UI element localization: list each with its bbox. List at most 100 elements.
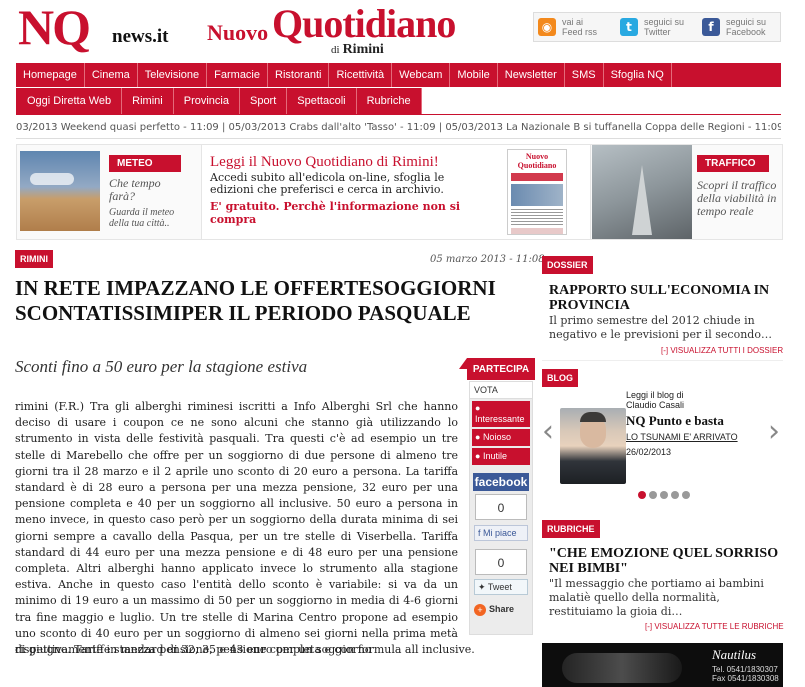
nav-rubriche[interactable]: Rubriche: [357, 88, 422, 114]
traffic-tag[interactable]: TRAFFICO: [697, 155, 769, 172]
carousel-dots: [638, 491, 690, 499]
share-plus-icon: +: [474, 603, 486, 616]
vote-interessante-icon: ●: [475, 403, 481, 413]
ad-image: [562, 653, 682, 683]
nav-homepage[interactable]: Homepage: [16, 63, 85, 87]
blog-author[interactable]: Leggi il blog di Claudio Casali: [626, 390, 716, 410]
quotidiano-logo-text[interactable]: Quotidiano: [272, 4, 456, 44]
nautilus-ad[interactable]: Nautilus Tel. 0541/1830307 Fax 0541/18303…: [542, 643, 783, 687]
nav-cinema[interactable]: Cinema: [85, 63, 138, 87]
nav-farmacie[interactable]: Farmacie: [207, 63, 268, 87]
rubriche-more-link[interactable]: [-] VISUALIZZA TUTTE LE RUBRICHE: [645, 622, 784, 631]
carousel-dot[interactable]: [649, 491, 657, 499]
twitter-link[interactable]: t seguici su Twitter: [616, 13, 698, 41]
edicola-title[interactable]: Leggi il Nuovo Quotidiano di Rimini!: [210, 154, 439, 171]
nav-newsletter[interactable]: Newsletter: [498, 63, 565, 87]
traffic-text[interactable]: Scopri il traffico della viabilità in te…: [697, 179, 781, 218]
blog-carousel: ‹ › Leggi il blog di Claudio Casali NQ P…: [542, 388, 783, 506]
rss-label: vai ai Feed rss: [562, 17, 598, 37]
ad-brand: Nautilus: [712, 647, 757, 662]
rubriche-tag[interactable]: RUBRICHE: [542, 520, 600, 538]
tweet-button[interactable]: ✦ Tweet: [474, 579, 528, 595]
logo-di-text: di: [331, 44, 340, 56]
article-subtitle: Sconti fino a 50 euro per la stagione es…: [15, 357, 308, 376]
nav-sms[interactable]: SMS: [565, 63, 604, 87]
meteo-text[interactable]: Che tempo farà? Guarda il meteo della tu…: [109, 177, 189, 230]
carousel-prev-icon[interactable]: ‹: [542, 414, 554, 449]
dossier-tag[interactable]: DOSSIER: [542, 256, 593, 274]
blog-tag[interactable]: BLOG: [542, 369, 578, 387]
vote-noioso-button[interactable]: ● Noioso: [472, 429, 530, 446]
dossier-text: Il primo semestre del 2012 chiude in neg…: [549, 314, 772, 341]
twitter-label: seguici su Twitter: [644, 17, 685, 37]
blogger-photo[interactable]: [560, 408, 626, 484]
rimini-logo-text: di Rimini: [331, 42, 384, 58]
more-arrow-icon: [-]: [661, 346, 671, 355]
vote-interessante-button[interactable]: ● Interessante: [472, 401, 530, 427]
nav-sport[interactable]: Sport: [240, 88, 288, 114]
facebook-like-button[interactable]: f Mi piace: [474, 525, 528, 541]
newspaper-thumbnail[interactable]: Nuovo Quotidiano: [507, 149, 567, 235]
dossier-more-link[interactable]: [-] VISUALIZZA TUTTI I DOSSIER: [661, 346, 783, 355]
vota-label: VOTA: [470, 382, 532, 399]
rubriche-text: "Il messaggio che portiamo ai bambini ma…: [549, 577, 764, 618]
nav-rimini[interactable]: Rimini: [122, 88, 174, 114]
carousel-dot[interactable]: [682, 491, 690, 499]
primary-nav: Homepage Cinema Televisione Farmacie Ris…: [16, 63, 781, 87]
nav-televisione[interactable]: Televisione: [138, 63, 208, 87]
promo-band: METEO Che tempo farà? Guarda il meteo de…: [16, 144, 783, 240]
facebook-box: facebook: [473, 473, 529, 491]
edicola-promo[interactable]: Leggi il Nuovo Quotidiano di Rimini! Acc…: [201, 145, 591, 239]
logo-rimini-word: Rimini: [342, 42, 384, 57]
nav-divider: [16, 114, 781, 115]
blog-title[interactable]: NQ Punto e basta: [626, 413, 724, 429]
vote-noioso-icon: ●: [475, 432, 483, 442]
carousel-dot[interactable]: [660, 491, 668, 499]
news-it-logo[interactable]: news.it: [112, 26, 168, 48]
article-title: IN RETE IMPAZZANO LE OFFERTESOGGIORNI SC…: [15, 276, 496, 325]
article-body-tail: rispettivamente in mezza pensione, pensi…: [15, 643, 475, 656]
article-date: 05 marzo 2013 - 11:08: [430, 254, 545, 265]
social-links: ◉ vai ai Feed rss t seguici su Twitter f s…: [533, 12, 781, 42]
nav-ricettivita[interactable]: Ricettività: [329, 63, 393, 87]
nav-sfoglia-nq[interactable]: Sfoglia NQ: [604, 63, 672, 87]
tweet-count: 0: [475, 549, 527, 575]
ad-contacts: Tel. 0541/1830307 Fax 0541/1830308: [712, 665, 779, 683]
nav-ristoranti[interactable]: Ristoranti: [268, 63, 330, 87]
facebook-like-count: 0: [475, 494, 527, 520]
vote-inutile-icon: ●: [475, 451, 483, 461]
rss-icon: ◉: [538, 18, 556, 36]
twitter-bird-icon: ✦: [478, 582, 488, 592]
edicola-text: Accedi subito all'edicola on-line, sfogl…: [210, 171, 445, 196]
section-tag-rimini[interactable]: RIMINI: [15, 250, 53, 268]
rubriche-title[interactable]: "CHE EMOZIONE QUEL SORRISO NEI BIMBI": [549, 546, 789, 576]
facebook-icon: f: [702, 18, 720, 36]
nav-spettacoli[interactable]: Spettacoli: [287, 88, 357, 114]
meteo-tag[interactable]: METEO: [109, 155, 181, 172]
carousel-dot[interactable]: [671, 491, 679, 499]
article-body: rimini (F.R.) Tra gli alberghi riminesi …: [15, 400, 458, 657]
twitter-icon: t: [620, 18, 638, 36]
news-ticker[interactable]: 03/2013 Weekend quasi perfetto - 11:09 |…: [16, 117, 781, 139]
nav-oggi-diretta-web[interactable]: Oggi Diretta Web: [16, 88, 123, 114]
nav-webcam[interactable]: Webcam: [392, 63, 451, 87]
meteo-image[interactable]: [20, 151, 100, 231]
rss-feed-link[interactable]: ◉ vai ai Feed rss: [534, 13, 616, 41]
carousel-dot[interactable]: [638, 491, 646, 499]
share-button[interactable]: + Share: [474, 601, 528, 617]
nav-mobile[interactable]: Mobile: [450, 63, 498, 87]
secondary-nav: Oggi Diretta Web Rimini Provincia Sport …: [16, 88, 781, 114]
carousel-next-icon[interactable]: ›: [768, 414, 780, 449]
paper-head: Nuovo Quotidiano: [517, 152, 557, 170]
nav-provincia[interactable]: Provincia: [174, 88, 240, 114]
vote-inutile-button[interactable]: ● Inutile: [472, 448, 530, 465]
facebook-label: seguici su Facebook: [726, 17, 767, 37]
facebook-link[interactable]: f seguici su Facebook: [698, 13, 780, 41]
dossier-title[interactable]: RAPPORTO SULL'ECONOMIA IN PROVINCIA: [549, 283, 785, 313]
partecipa-tab: PARTECIPA: [459, 358, 535, 380]
edicola-free-text[interactable]: E' gratuito. Perchè l'informazione non s…: [210, 200, 500, 226]
traffic-image[interactable]: [592, 145, 692, 239]
nq-logo[interactable]: NQ: [18, 2, 91, 52]
sidebar-divider: [542, 360, 783, 361]
blog-post-link[interactable]: LO TSUNAMI E' ARRIVATO: [626, 432, 738, 442]
